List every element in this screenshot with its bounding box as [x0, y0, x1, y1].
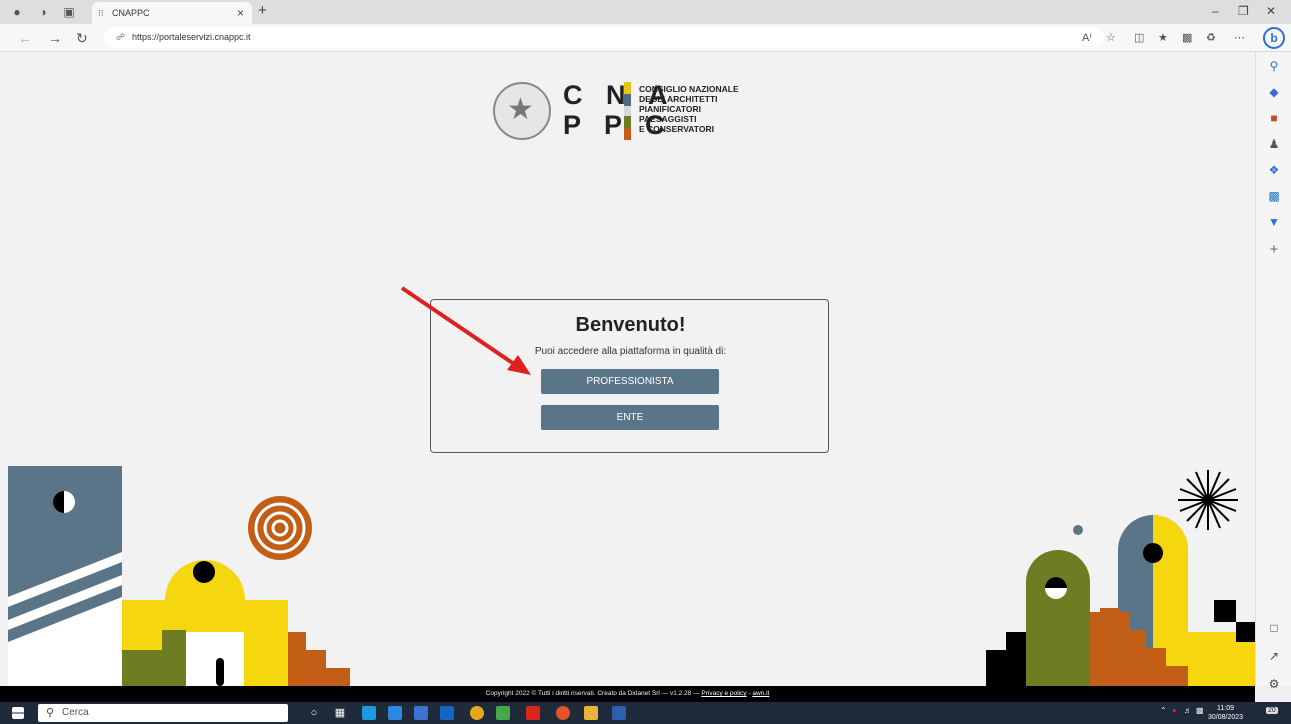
- network-icon[interactable]: ▩: [1196, 706, 1204, 715]
- copyright-text: Copyright 2022 © Tutti i diritti riserva…: [485, 690, 700, 697]
- restore-icon[interactable]: ❐: [1238, 4, 1249, 18]
- edge-taskbar-icon[interactable]: [362, 706, 376, 720]
- taskbar-search-placeholder: Cerca: [62, 707, 89, 718]
- browser-tab-cnappc[interactable]: ⁝⁝ CNAPPC ×: [92, 2, 252, 24]
- minimize-icon[interactable]: –: [1212, 4, 1219, 18]
- privacy-policy-link[interactable]: Privacy e policy: [701, 690, 746, 697]
- favorite-star-icon[interactable]: ☆: [1106, 31, 1116, 44]
- refresh-icon[interactable]: ↻: [76, 30, 88, 47]
- site-favicon-icon: ⁝⁝: [98, 8, 104, 18]
- url-field[interactable]: ☍ https://portaleservizi.cnappc.it: [104, 27, 1104, 48]
- lock-icon[interactable]: ☍: [116, 27, 125, 48]
- store-taskbar-icon[interactable]: [414, 706, 428, 720]
- cortana-icon[interactable]: ○: [307, 706, 321, 720]
- windows-taskbar: ⚲ Cerca ○ ▦ ⌃ ● ♬ ▩ 11:09 30/08/2023 20: [0, 702, 1291, 724]
- taskbar-search-input[interactable]: ⚲ Cerca: [38, 704, 288, 722]
- games-icon[interactable]: ♟: [1266, 136, 1282, 152]
- tray-app-icon[interactable]: ●: [1172, 706, 1177, 715]
- file-explorer-taskbar-icon[interactable]: [584, 706, 598, 720]
- address-bar-row: ← → ↻ ☍ https://portaleservizi.cnappc.it…: [0, 24, 1291, 52]
- mail-taskbar-icon[interactable]: [388, 706, 402, 720]
- task-view-icon[interactable]: ▦: [333, 706, 347, 720]
- forward-icon[interactable]: →: [48, 30, 62, 46]
- settings-gear-icon[interactable]: ⚙: [1266, 676, 1282, 692]
- read-aloud-icon[interactable]: A⁽: [1082, 31, 1092, 44]
- search-icon[interactable]: ⚲: [1266, 58, 1282, 74]
- page-content: ★ C N A P P C CONSIGLIO NAZIONALE DEGLI …: [0, 52, 1255, 686]
- clock-date: 30/08/2023: [1208, 714, 1244, 721]
- sidebar-panel-icon[interactable]: □: [1266, 620, 1282, 636]
- edge-sidebar: ⚲ ◆ ■ ♟ ❖ ▩ ▼ + □ ↗ ⚙: [1255, 52, 1291, 691]
- bing-copilot-icon[interactable]: b: [1263, 27, 1285, 49]
- windows-start-icon[interactable]: [12, 707, 24, 719]
- tab-title: CNAPPC: [112, 8, 150, 18]
- split-screen-icon[interactable]: ◫: [1134, 31, 1144, 44]
- outlook-taskbar-icon[interactable]: [440, 706, 454, 720]
- awn-link[interactable]: awn.it: [752, 690, 769, 697]
- footer-illustration: [8, 466, 1255, 686]
- app-taskbar-icon[interactable]: [496, 706, 510, 720]
- favorites-icon[interactable]: ★: [1158, 31, 1168, 44]
- tab-actions-icon[interactable]: ▣: [62, 5, 76, 19]
- clock-time: 11:09: [1217, 705, 1235, 712]
- tools-icon[interactable]: ■: [1266, 110, 1282, 126]
- profile-icon[interactable]: ●: [10, 5, 24, 19]
- shopping-tag-icon[interactable]: ◆: [1266, 84, 1282, 100]
- word-taskbar-icon[interactable]: [612, 706, 626, 720]
- tray-chevron-icon[interactable]: ⌃: [1160, 706, 1167, 715]
- chrome-canary-taskbar-icon[interactable]: [556, 706, 570, 720]
- chrome-taskbar-icon[interactable]: [470, 706, 484, 720]
- drop-icon[interactable]: ▼: [1266, 214, 1282, 230]
- close-window-icon[interactable]: ✕: [1266, 4, 1276, 18]
- microsoft-365-icon[interactable]: ❖: [1266, 162, 1282, 178]
- collections-icon[interactable]: ▩: [1182, 31, 1192, 44]
- add-sidebar-app-icon[interactable]: +: [1266, 242, 1282, 258]
- taskbar-search-icon: ⚲: [46, 707, 55, 719]
- volume-icon[interactable]: ♬: [1184, 706, 1192, 715]
- url-text: https://portaleservizi.cnappc.it: [132, 32, 251, 42]
- taskbar-clock[interactable]: 11:09 30/08/2023: [1208, 704, 1243, 722]
- copyright-bar: Copyright 2022 © Tutti i diritti riserva…: [0, 686, 1255, 702]
- acrobat-taskbar-icon[interactable]: [526, 706, 540, 720]
- notifications-badge[interactable]: 20: [1266, 707, 1278, 714]
- workspaces-icon[interactable]: ◑: [36, 5, 50, 19]
- back-icon[interactable]: ←: [18, 30, 32, 46]
- more-icon[interactable]: ⋯: [1234, 31, 1245, 44]
- extensions-icon[interactable]: ♻: [1206, 31, 1216, 44]
- external-link-icon[interactable]: ↗: [1266, 648, 1282, 664]
- browser-tab-strip: ● ◑ ▣ ⁝⁝ CNAPPC × + – ❐ ✕: [0, 0, 1291, 24]
- new-tab-button[interactable]: +: [258, 2, 267, 19]
- tab-close-icon[interactable]: ×: [237, 2, 244, 24]
- outlook-icon[interactable]: ▩: [1266, 188, 1282, 204]
